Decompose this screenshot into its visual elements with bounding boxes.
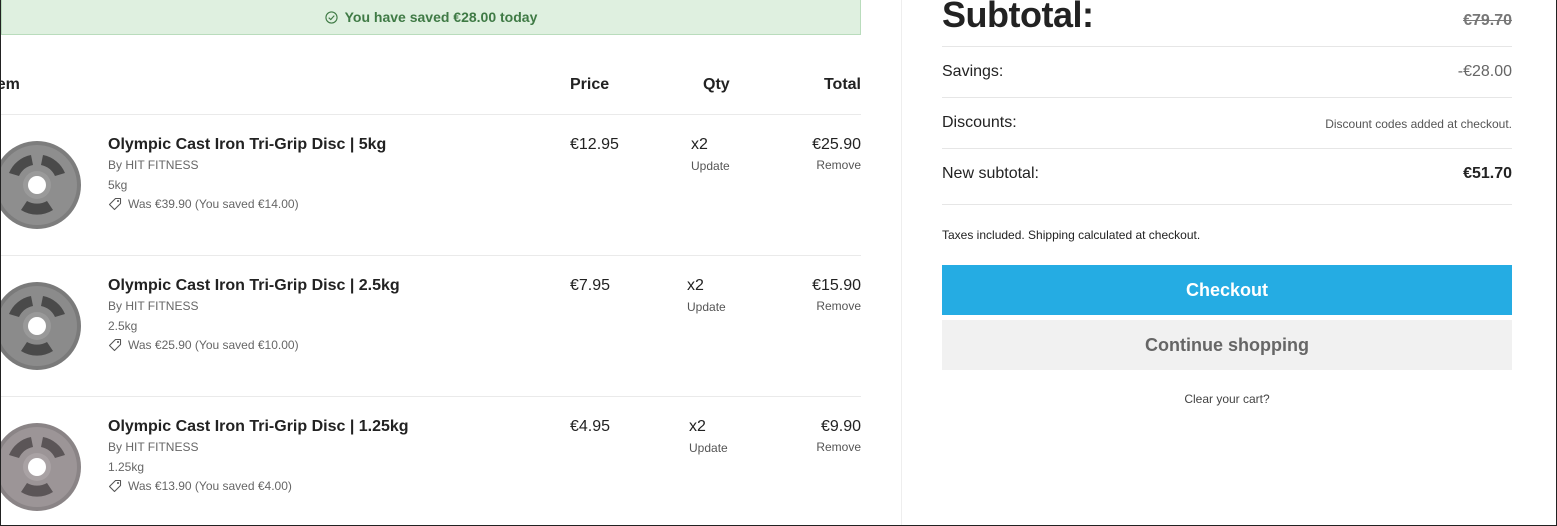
- cart-row: Olympic Cast Iron Tri-Grip Disc | 2.5kg …: [1, 256, 861, 397]
- quantity: x2: [687, 277, 704, 294]
- divider: [942, 46, 1512, 47]
- product-image[interactable]: [0, 135, 87, 235]
- subtotal-original-value: €79.70: [1463, 12, 1512, 29]
- taxes-note: Taxes included. Shipping calculated at c…: [942, 228, 1201, 242]
- divider: [942, 148, 1512, 149]
- savings-label: Savings:: [942, 63, 1004, 80]
- continue-shopping-button[interactable]: Continue shopping: [942, 320, 1512, 370]
- savings-value: -€28.00: [1457, 63, 1512, 80]
- line-total: €9.90: [820, 418, 861, 435]
- product-image[interactable]: [0, 417, 87, 517]
- was-price-text: Was €13.90 (You saved €4.00): [128, 479, 292, 493]
- product-title[interactable]: Olympic Cast Iron Tri-Grip Disc | 5kg: [108, 136, 386, 154]
- header-total: Total: [823, 76, 861, 93]
- header-item: Item: [1, 76, 20, 93]
- discounts-label: Discounts:: [942, 114, 1017, 131]
- cart-row: Olympic Cast Iron Tri-Grip Disc | 5kg By…: [1, 115, 861, 256]
- price-tag-icon: [108, 338, 122, 352]
- was-price-text: Was €25.90 (You saved €10.00): [128, 338, 299, 352]
- price-tag-icon: [108, 197, 122, 211]
- checkout-button[interactable]: Checkout: [942, 265, 1512, 315]
- price-tag-icon: [108, 479, 122, 493]
- header-price: Price: [570, 76, 610, 93]
- remove-link[interactable]: Remove: [816, 440, 861, 454]
- product-image[interactable]: [0, 276, 87, 376]
- header-qty: Qty: [703, 76, 730, 93]
- new-subtotal-row: New subtotal: €51.70: [942, 165, 1512, 189]
- savings-row: Savings: -€28.00: [942, 63, 1512, 87]
- product-variant: 1.25kg: [108, 460, 145, 474]
- order-summary: Subtotal: €79.70 Savings: -€28.00 Discou…: [942, 0, 1512, 525]
- product-title[interactable]: Olympic Cast Iron Tri-Grip Disc | 1.25kg: [108, 418, 409, 436]
- update-link[interactable]: Update: [687, 300, 726, 314]
- savings-banner: You have saved €28.00 today: [1, 0, 861, 35]
- check-circle-icon: [324, 10, 338, 24]
- savings-banner-text: You have saved €28.00 today: [344, 9, 538, 25]
- remove-link[interactable]: Remove: [816, 158, 861, 172]
- remove-link[interactable]: Remove: [816, 299, 861, 313]
- product-brand: By HIT FITNESS: [108, 299, 199, 313]
- unit-price: €4.95: [570, 418, 611, 435]
- divider: [942, 97, 1512, 98]
- was-price: Was €13.90 (You saved €4.00): [108, 479, 292, 493]
- line-total: €15.90: [812, 277, 861, 294]
- product-brand: By HIT FITNESS: [108, 440, 199, 454]
- product-variant: 2.5kg: [108, 319, 138, 333]
- unit-price: €7.95: [570, 277, 611, 294]
- quantity: x2: [691, 136, 708, 153]
- update-link[interactable]: Update: [689, 441, 728, 455]
- discounts-row: Discounts: Discount codes added at check…: [942, 114, 1512, 138]
- update-link[interactable]: Update: [691, 159, 730, 173]
- line-total: €25.90: [812, 136, 861, 153]
- product-variant: 5kg: [108, 178, 128, 192]
- new-subtotal-label: New subtotal:: [942, 165, 1039, 182]
- clear-cart-link[interactable]: Clear your cart?: [942, 392, 1512, 406]
- was-price: Was €25.90 (You saved €10.00): [108, 338, 299, 352]
- unit-price: €12.95: [570, 136, 619, 153]
- cart-items-panel: You have saved €28.00 today Item Price Q…: [0, 0, 861, 525]
- quantity: x2: [689, 418, 706, 435]
- discounts-value: Discount codes added at checkout.: [1325, 117, 1512, 131]
- column-divider: [901, 0, 902, 525]
- product-brand: By HIT FITNESS: [108, 158, 199, 172]
- new-subtotal-value: €51.70: [1463, 165, 1512, 182]
- cart-table-header: Item Price Qty Total: [1, 55, 861, 115]
- divider: [942, 204, 1512, 205]
- cart-row: Olympic Cast Iron Tri-Grip Disc | 1.25kg…: [0, 397, 861, 525]
- product-title[interactable]: Olympic Cast Iron Tri-Grip Disc | 2.5kg: [108, 277, 400, 295]
- was-price-text: Was €39.90 (You saved €14.00): [128, 197, 299, 211]
- was-price: Was €39.90 (You saved €14.00): [108, 197, 299, 211]
- subtotal-heading: Subtotal:: [942, 0, 1094, 35]
